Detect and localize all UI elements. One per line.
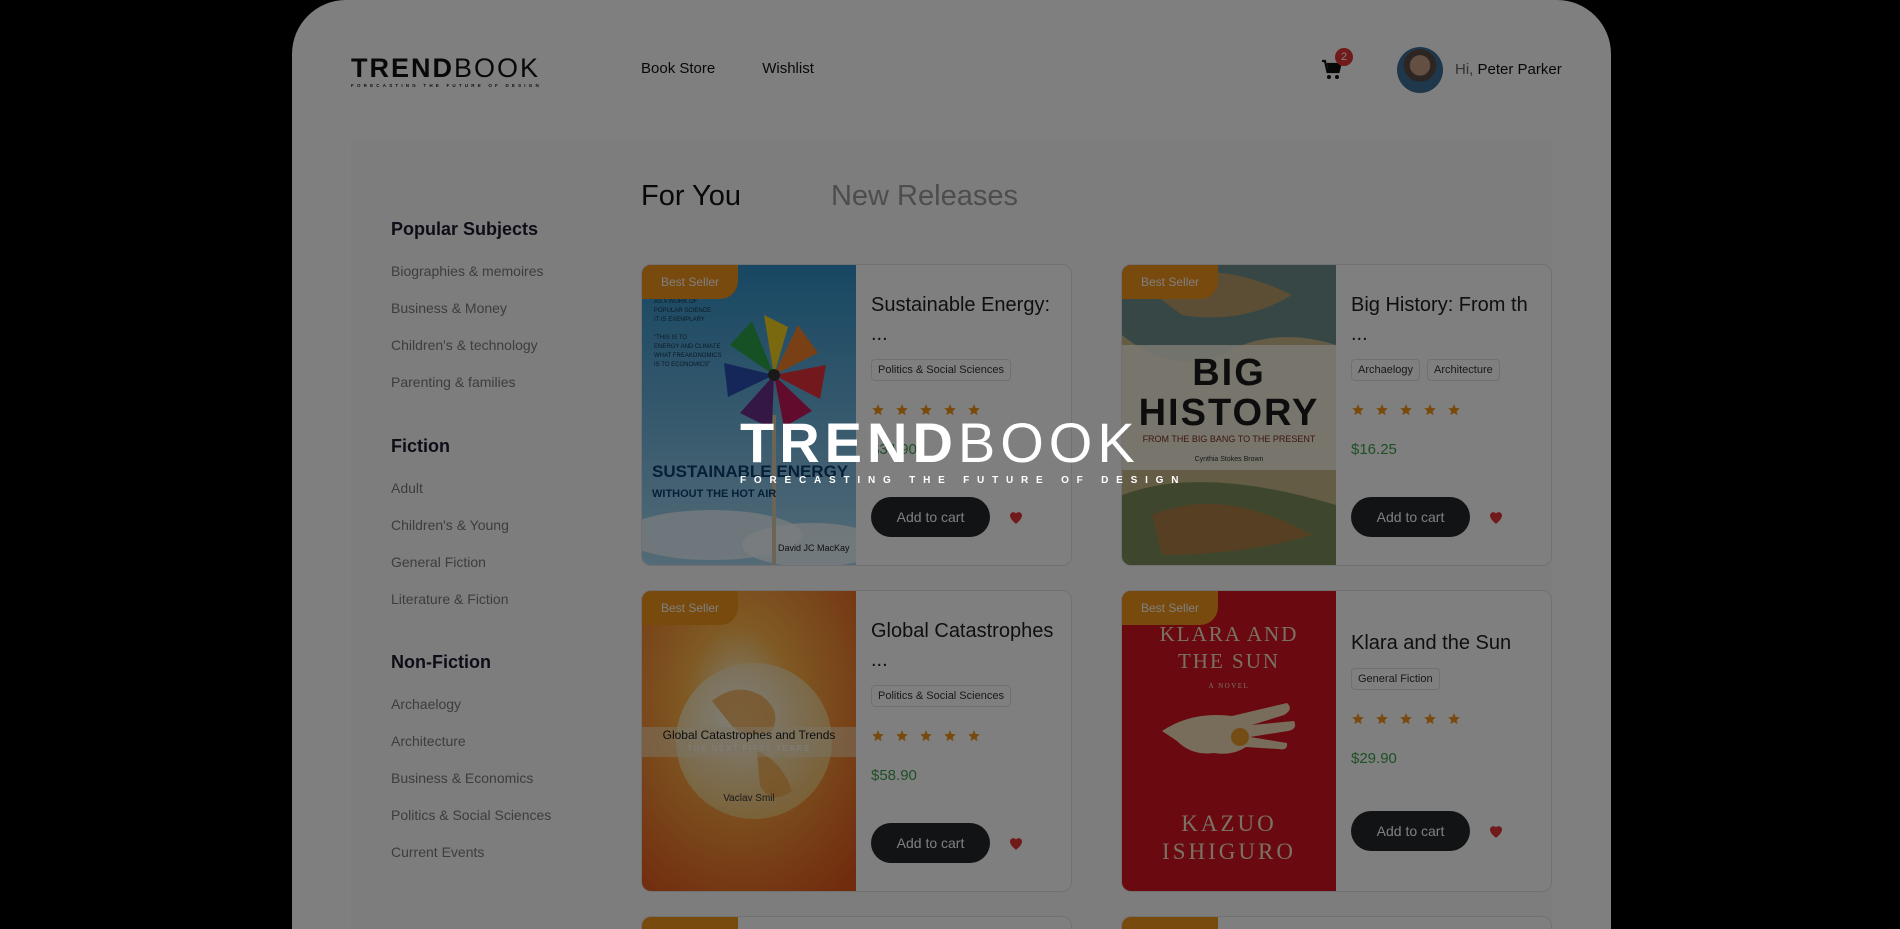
splash-logo-bold: TREND: [740, 411, 958, 474]
splash-logo-light: BOOK: [957, 411, 1140, 474]
splash-tagline: FORECASTING THE FUTURE OF DESIGN: [740, 475, 1187, 486]
loading-overlay: TRENDBOOK FORECASTING THE FUTURE OF DESI…: [0, 0, 1900, 929]
splash-logo: TRENDBOOK FORECASTING THE FUTURE OF DESI…: [740, 415, 1187, 487]
